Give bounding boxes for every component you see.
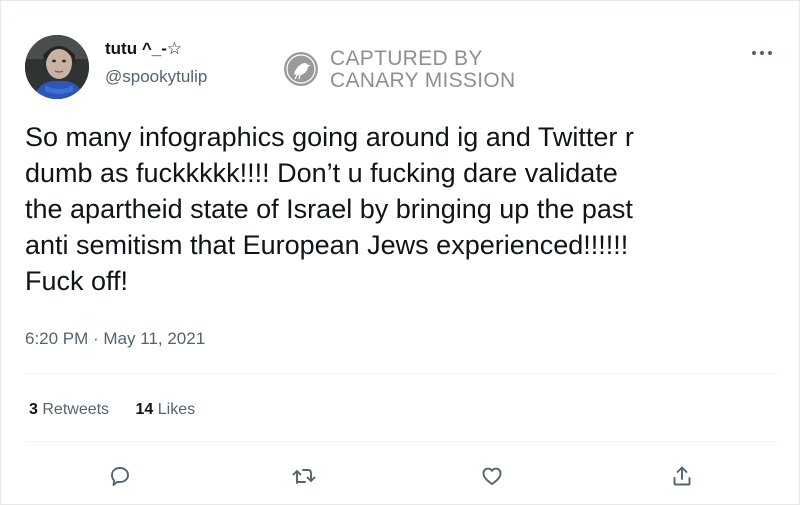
retweet-icon: [292, 469, 316, 484]
like-button[interactable]: [477, 461, 507, 491]
avatar-image: [25, 35, 89, 99]
divider: [25, 373, 777, 374]
watermark-line2: CANARY MISSION: [330, 69, 516, 92]
reply-icon: [111, 467, 129, 486]
retweets-stat[interactable]: 3 Retweets: [29, 401, 114, 418]
reply-button[interactable]: [105, 461, 135, 491]
likes-stat[interactable]: 14 Likes: [136, 401, 196, 418]
likes-count: 14: [135, 401, 154, 418]
tweet-text-line: Fuck off!: [25, 266, 129, 296]
share-button[interactable]: [667, 461, 697, 491]
retweets-label: Retweets: [42, 401, 110, 418]
display-name[interactable]: tutu ^_-☆: [105, 39, 182, 59]
retweet-button[interactable]: [289, 461, 319, 491]
tweet-card: tutu ^_-☆ @spookytulip CAPTURED BY CANAR…: [0, 0, 800, 505]
canary-bird-icon: [284, 52, 318, 86]
engagement-stats: 3 Retweets 14 Likes: [29, 401, 217, 419]
more-icon[interactable]: [751, 41, 773, 62]
avatar[interactable]: [25, 35, 89, 99]
capture-watermark: CAPTURED BY CANARY MISSION: [283, 45, 533, 93]
tweet-text-line: anti semitism that European Jews experie…: [25, 230, 629, 260]
retweets-count: 3: [29, 401, 38, 418]
user-handle[interactable]: @spookytulip: [105, 67, 207, 87]
tweet-text: So many infographics going around ig and…: [25, 119, 765, 299]
likes-label: Likes: [157, 401, 196, 418]
divider: [25, 441, 777, 442]
tweet-text-line: the apartheid state of Israel by bringin…: [25, 194, 633, 224]
tweet-timestamp[interactable]: 6:20 PM · May 11, 2021: [25, 329, 205, 349]
share-icon: [673, 466, 691, 486]
tweet-text-line: dumb as fuckkkkk!!!! Don’t u fucking dar…: [25, 158, 618, 188]
watermark-line1: CAPTURED BY: [330, 47, 483, 70]
heart-icon: [482, 467, 502, 485]
tweet-text-line: So many infographics going around ig and…: [25, 122, 634, 152]
